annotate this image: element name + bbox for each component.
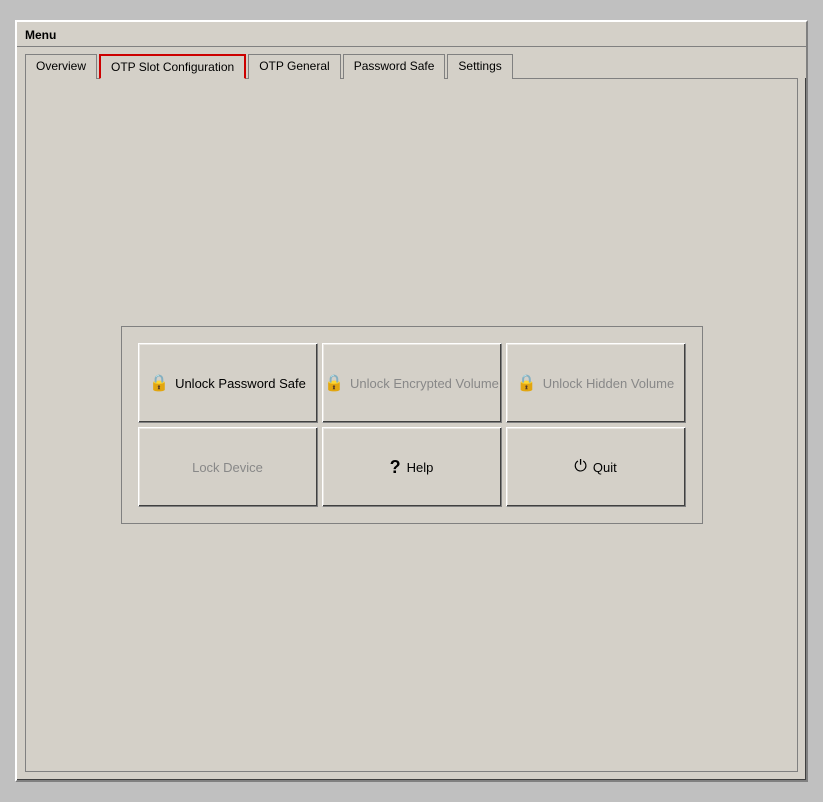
- title-bar: Menu: [17, 22, 806, 47]
- help-button[interactable]: ? Help: [322, 427, 502, 507]
- tab-otp-general[interactable]: OTP General: [248, 54, 340, 79]
- quit-button[interactable]: ⏻ Quit: [506, 427, 686, 507]
- lock-device-button[interactable]: Lock Device: [138, 427, 318, 507]
- lock-hidden-icon: 🔒: [517, 373, 537, 393]
- tab-overview[interactable]: Overview: [25, 54, 97, 79]
- unlock-encrypted-volume-button[interactable]: 🔒 Unlock Encrypted Volume: [322, 343, 502, 423]
- tab-password-safe[interactable]: Password Safe: [343, 54, 446, 79]
- window-title: Menu: [25, 28, 56, 42]
- help-icon: ?: [390, 457, 401, 478]
- tab-otp-slot-configuration[interactable]: OTP Slot Configuration: [99, 54, 246, 79]
- tab-settings[interactable]: Settings: [447, 54, 512, 79]
- lock-icon: 🔒: [149, 373, 169, 393]
- main-window: Menu Overview OTP Slot Configuration OTP…: [15, 20, 808, 782]
- tab-bar: Overview OTP Slot Configuration OTP Gene…: [17, 47, 806, 78]
- tab-content: 🔒 Unlock Password Safe 🔒 Unlock Encrypte…: [25, 78, 798, 772]
- power-icon: ⏻: [574, 458, 587, 476]
- unlock-password-safe-button[interactable]: 🔒 Unlock Password Safe: [138, 343, 318, 423]
- unlock-hidden-volume-button[interactable]: 🔒 Unlock Hidden Volume: [506, 343, 686, 423]
- lock-encrypted-icon: 🔒: [324, 373, 344, 393]
- action-row-1: 🔒 Unlock Password Safe 🔒 Unlock Encrypte…: [138, 343, 686, 423]
- action-grid: 🔒 Unlock Password Safe 🔒 Unlock Encrypte…: [121, 326, 703, 524]
- action-row-2: Lock Device ? Help ⏻ Quit: [138, 427, 686, 507]
